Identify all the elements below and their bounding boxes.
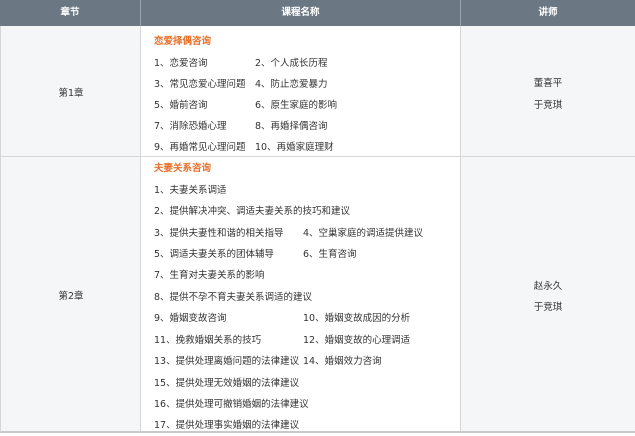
header-lecturer: 讲师 [538,7,558,18]
chapter-label: 第2章 [58,291,84,302]
lecturer-name: 于竞琪 [533,100,563,111]
header-chapter: 章节 [60,7,80,18]
list-item: 5、婚前咨询 [154,100,208,111]
section-title: 恋爱择偶咨询 [154,36,212,47]
list-item: 9、婚姻变故咨询 [154,313,227,324]
list-item: 1、夫妻关系调适 [154,185,227,196]
section-title: 夫妻关系咨询 [154,163,212,174]
lecturer-name: 董喜平 [533,78,563,89]
list-item: 11、挽救婚姻关系的技巧 [154,335,262,346]
list-item: 4、空巢家庭的调适提供建议 [303,228,424,239]
list-item: 17、提供处理事实婚姻的法律建议 [154,420,300,431]
course-table: 章节 课程名称 讲师 第1章 恋爱择偶咨询 1、恋爱咨询 2、个人成长历程 3、… [0,0,635,436]
table-row: 第1章 恋爱择偶咨询 1、恋爱咨询 2、个人成长历程 3、常见恋爱心理问题 4、… [0,26,635,157]
list-item: 1、恋爱咨询 [154,58,208,69]
list-item: 7、消除恐婚心理 [154,121,227,132]
list-item: 6、原生家庭的影响 [255,100,338,111]
list-item: 10、婚姻变故成因的分析 [303,313,411,324]
lecturer-name: 于竞琪 [533,302,563,313]
table-row: 第2章 夫妻关系咨询 1、夫妻关系调适 2、提供解决冲突、调适夫妻关系的技巧和建… [0,157,635,433]
list-item: 5、调适夫妻关系的团体辅导 [154,249,275,260]
list-item: 8、提供不孕不育夫妻关系调适的建议 [154,292,313,303]
list-item: 9、再婚常见心理问题 [154,142,246,153]
list-item: 4、防止恋爱暴力 [255,79,328,90]
list-item: 2、提供解决冲突、调适夫妻关系的技巧和建议 [154,206,351,217]
list-item: 13、提供处理离婚问题的法律建议 [154,356,300,367]
list-item: 8、再婚择偶咨询 [255,121,328,132]
list-item: 3、常见恋爱心理问题 [154,79,246,90]
list-item: 10、再婚家庭理财 [255,142,334,153]
list-item: 6、生育咨询 [303,249,357,260]
lecturer-name: 赵永久 [533,281,563,292]
header-course: 课程名称 [281,7,320,18]
list-item: 16、提供处理可撤销婚姻的法律建议 [154,399,309,410]
list-item: 14、婚姻效力咨询 [303,356,382,367]
chapter-label: 第1章 [58,88,84,99]
table-header: 章节 课程名称 讲师 [0,0,635,26]
list-item: 15、提供处理无效婚姻的法律建议 [154,378,300,389]
list-item: 12、婚姻变故的心理调适 [303,335,411,346]
list-item: 3、提供夫妻性和谐的相关指导 [154,228,284,239]
list-item: 7、生育对夫妻关系的影响 [154,270,265,281]
list-item: 2、个人成长历程 [255,58,328,69]
